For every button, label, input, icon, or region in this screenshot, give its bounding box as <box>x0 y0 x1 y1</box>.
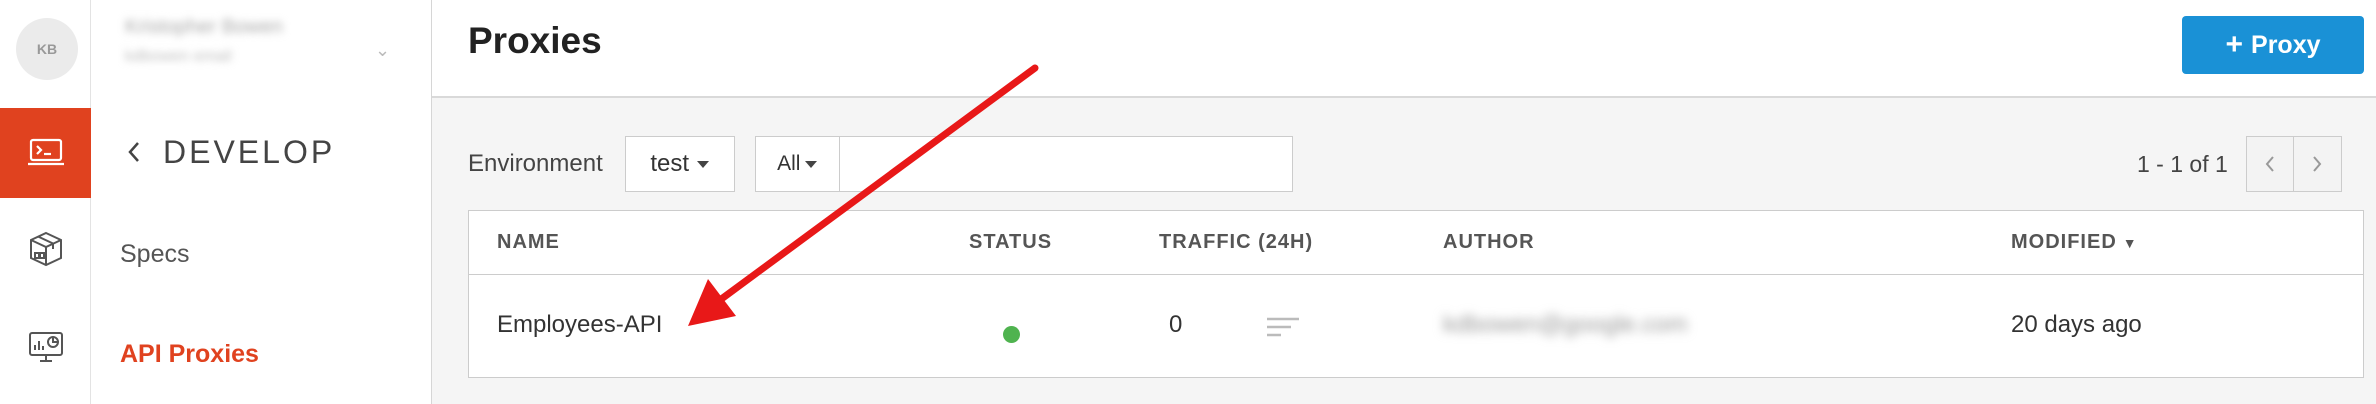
author-email: kdbowen@google.com <box>1443 311 1688 338</box>
icon-rail: KB <box>0 0 91 404</box>
rail-item-publish[interactable] <box>0 204 91 294</box>
pagination-text: 1 - 1 of 1 <box>2137 150 2228 177</box>
table-row[interactable]: Employees-API 0 kdbowen@google.com 20 da… <box>469 275 2363 377</box>
next-page-button[interactable] <box>2293 136 2342 192</box>
prev-page-button[interactable] <box>2245 136 2294 192</box>
pagination: 1 - 1 of 1 <box>2137 136 2342 192</box>
user-menu[interactable]: Kristopher Bowen kdbowen email ⌄ <box>125 14 390 76</box>
column-header-status[interactable]: STATUS <box>969 231 1052 254</box>
nav-link-api-proxies[interactable]: API Proxies <box>120 340 259 369</box>
chevron-left-icon <box>128 142 139 162</box>
back-button[interactable] <box>119 137 149 167</box>
status-indicator <box>1003 326 1020 343</box>
nav-section-title: DEVELOP <box>163 133 336 170</box>
page-title: Proxies <box>468 20 602 61</box>
rail-item-analyze[interactable] <box>0 302 91 392</box>
column-header-traffic[interactable]: TRAFFIC (24H) <box>1159 231 1313 254</box>
modified-date: 20 days ago <box>2011 311 2142 338</box>
environment-label: Environment <box>468 150 603 177</box>
analytics-icon <box>28 332 63 362</box>
search-group: All <box>754 136 1293 192</box>
chevron-right-icon <box>2313 156 2322 172</box>
environment-value: test <box>650 150 690 177</box>
nav-link-specs[interactable]: Specs <box>120 240 189 269</box>
search-scope-select[interactable]: All <box>756 137 840 191</box>
proxies-table: NAME STATUS TRAFFIC (24H) AUTHOR MODIFIE… <box>468 210 2364 378</box>
traffic-chart-icon <box>1267 317 1299 337</box>
user-name: Kristopher Bowen <box>125 16 283 38</box>
nav-section-header: DEVELOP <box>119 132 335 172</box>
column-header-name[interactable]: NAME <box>497 231 560 254</box>
search-input[interactable] <box>839 137 1292 191</box>
column-header-modified-label: MODIFIED <box>2011 231 2117 253</box>
chevron-down-icon: ⌄ <box>375 40 391 60</box>
secondary-nav: Kristopher Bowen kdbowen email ⌄ DEVELOP… <box>91 0 432 404</box>
user-email: kdbowen email <box>125 48 232 65</box>
environment-select[interactable]: test <box>624 136 735 192</box>
search-scope-value: All <box>777 152 801 175</box>
avatar[interactable]: KB <box>16 18 78 80</box>
caret-down-icon <box>805 160 818 168</box>
table-header: NAME STATUS TRAFFIC (24H) AUTHOR MODIFIE… <box>469 211 2363 275</box>
main-content: Proxies + Proxy Environment test All 1 -… <box>432 0 2376 404</box>
add-proxy-label: Proxy <box>2251 30 2321 59</box>
plus-icon: + <box>2225 28 2244 61</box>
packages-icon <box>29 231 62 267</box>
rail-item-develop[interactable] <box>0 108 91 198</box>
filter-bar: Environment test All <box>468 136 1293 192</box>
terminal-icon <box>27 138 64 166</box>
chevron-left-icon <box>2265 156 2274 172</box>
caret-down-icon <box>697 160 710 168</box>
column-header-modified[interactable]: MODIFIED ▼ <box>2011 231 2138 254</box>
traffic-value: 0 <box>1169 311 1183 338</box>
proxy-name[interactable]: Employees-API <box>497 311 662 339</box>
add-proxy-button[interactable]: + Proxy <box>2182 16 2364 74</box>
column-header-author[interactable]: AUTHOR <box>1443 231 1535 254</box>
sort-desc-icon: ▼ <box>2122 235 2138 251</box>
page-header: Proxies + Proxy <box>432 0 2376 98</box>
